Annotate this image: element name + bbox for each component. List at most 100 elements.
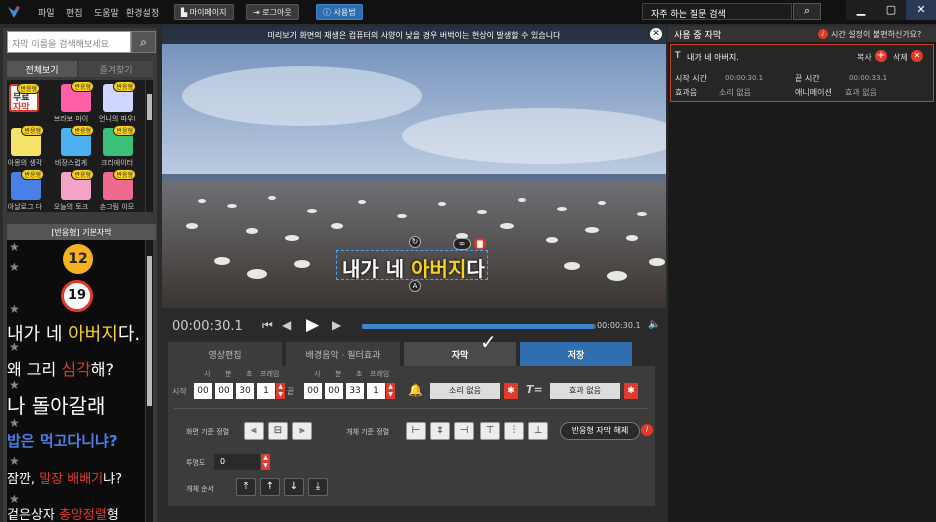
start-frame-input[interactable]: 1 <box>257 383 275 399</box>
unit-label: 분 <box>335 370 342 378</box>
align-vcenter-icon[interactable]: ⫶ <box>504 422 524 440</box>
prev-icon[interactable]: ⏮ <box>262 318 273 333</box>
maximize-icon[interactable]: ▢ <box>876 0 906 20</box>
sound-settings-icon[interactable]: ✱ <box>504 383 518 399</box>
unit-label: 시 <box>204 370 211 378</box>
close-window-icon[interactable]: ✕ <box>906 0 936 20</box>
effect-select[interactable]: 효과 없음 <box>550 383 620 399</box>
copy-icon[interactable]: + <box>875 50 887 62</box>
menu-edit[interactable]: 편집 <box>66 6 83 19</box>
delete-label: 삭제 <box>893 53 908 62</box>
align-right-icon[interactable]: ⊣ <box>454 422 474 440</box>
search-icon[interactable]: ⌕ <box>131 31 156 53</box>
opacity-input[interactable]: 0 <box>214 454 260 470</box>
template-thumb[interactable]: 반응형 <box>103 169 136 200</box>
help-icon[interactable]: i <box>641 424 653 436</box>
align-top-icon[interactable]: ⊤ <box>480 422 500 440</box>
number-badge[interactable]: 19 <box>61 280 93 312</box>
template-thumb[interactable]: 반응형 <box>103 125 136 156</box>
style-sample[interactable]: 왜 그리 심각해? <box>7 356 145 380</box>
unit-label: 분 <box>225 370 232 378</box>
opacity-stepper-icon[interactable]: ▲ ▼ <box>261 454 270 470</box>
save-button[interactable]: 저장 <box>520 342 632 366</box>
logout-button[interactable]: ⇥ 로그아웃 <box>246 4 299 20</box>
step-back-icon[interactable]: ◀ <box>282 318 291 332</box>
style-sample[interactable]: 겉은상자 충앙정렬형 <box>7 504 145 522</box>
step-forward-icon[interactable]: ▶ <box>332 318 341 332</box>
rotate-icon[interactable]: ↻ <box>409 236 421 248</box>
play-icon[interactable]: ▶ <box>306 315 319 335</box>
minimize-icon[interactable]: ▁ <box>846 0 876 20</box>
star-icon[interactable]: ★ <box>9 340 20 354</box>
faq-search-icon[interactable]: ⌕ <box>793 3 821 20</box>
star-icon[interactable]: ★ <box>9 454 20 468</box>
style-sample[interactable]: 밥은 먹고다니냐? <box>7 430 145 451</box>
align-hcenter-icon[interactable]: ‡ <box>430 422 450 440</box>
timeline-track[interactable] <box>362 324 596 329</box>
menu-settings[interactable]: 환경설정 <box>126 6 159 19</box>
end-hour-input[interactable]: 00 <box>304 383 322 399</box>
template-thumb[interactable]: 반응형 <box>11 169 44 200</box>
faq-search-input[interactable]: 자주 하는 질문 검색 <box>642 3 792 20</box>
tab-all[interactable]: 전체보기 <box>7 61 77 77</box>
used-subtitle-item[interactable]: T 내가 네 아버지. 복사 + 삭제 ✕ 시작 시간 00:00:30.1 끝… <box>670 44 934 102</box>
template-thumb[interactable]: 반응형 <box>61 81 94 112</box>
tab-subtitle[interactable]: 자막 <box>404 342 516 366</box>
start-hour-input[interactable]: 00 <box>194 383 212 399</box>
template-thumb[interactable]: 무료 자막 반응형 <box>9 83 40 113</box>
time-help-link[interactable]: 시간 설정이 불편하신가요? <box>831 29 921 40</box>
tab-video-edit[interactable]: 영상편집 <box>168 342 282 366</box>
caption-text[interactable]: 내가 네 아버지다 <box>342 253 485 282</box>
star-icon[interactable]: ★ <box>9 260 20 274</box>
link-icon[interactable]: ∞ <box>453 238 471 250</box>
number-badge[interactable]: 12 <box>63 244 93 274</box>
template-thumb[interactable]: 반응형 <box>61 125 94 156</box>
style-list-scrollbar[interactable] <box>146 240 153 522</box>
template-thumb[interactable]: 반응형 <box>103 81 136 112</box>
subtitle-search-input[interactable]: 자막 이름을 검색해보세요 <box>7 31 131 53</box>
screen-align-right-icon[interactable]: ⫸ <box>292 422 312 440</box>
star-icon[interactable]: ★ <box>9 416 20 430</box>
bring-to-front-icon[interactable]: ⤒ <box>236 478 256 496</box>
style-sample[interactable]: 잠깐, 말장 배배기냐? <box>7 468 145 487</box>
style-sample[interactable]: 나 돌아갈래 <box>7 390 145 419</box>
send-backward-icon[interactable]: ↓ <box>284 478 304 496</box>
menu-help[interactable]: 도움말 <box>94 6 119 19</box>
style-sample[interactable]: 내가 네 아버지다. <box>7 320 145 346</box>
anchor-icon[interactable]: A <box>409 280 421 292</box>
sample-text: 해? <box>90 360 115 379</box>
usage-button[interactable]: ⓘ 사용법 <box>316 4 363 20</box>
end-minute-input[interactable]: 00 <box>325 383 343 399</box>
end-frame-input[interactable]: 1 <box>367 383 385 399</box>
mypage-button[interactable]: ▙ 마이페이지 <box>174 4 234 20</box>
animation-label: 애니메이션 <box>795 88 832 97</box>
start-minute-input[interactable]: 00 <box>215 383 233 399</box>
thumbnails-scrollbar[interactable] <box>146 80 153 212</box>
sound-label: 효과음 <box>675 88 698 97</box>
star-icon[interactable]: ★ <box>9 240 20 254</box>
volume-icon[interactable]: 🔈 <box>648 319 660 330</box>
release-responsive-button[interactable]: 반응형 자막 해제 <box>560 422 640 440</box>
align-bottom-icon[interactable]: ⊥ <box>528 422 548 440</box>
opacity-label: 투명도 <box>186 459 206 467</box>
menu-file[interactable]: 파일 <box>38 6 55 19</box>
bring-forward-icon[interactable]: ↑ <box>260 478 280 496</box>
align-left-icon[interactable]: ⊢ <box>406 422 426 440</box>
screen-align-center-icon[interactable]: ⊟ <box>268 422 288 440</box>
template-thumb[interactable]: 반응형 <box>11 125 44 156</box>
close-notice-icon[interactable]: ✕ <box>650 28 662 40</box>
effect-settings-icon[interactable]: ✱ <box>624 383 638 399</box>
template-thumb[interactable]: 반응형 <box>61 169 94 200</box>
sound-select[interactable]: 소리 없음 <box>430 383 500 399</box>
send-to-back-icon[interactable]: ⤓ <box>308 478 328 496</box>
screen-align-left-icon[interactable]: ⫷ <box>244 422 264 440</box>
tab-favorites[interactable]: 즐겨찾기 <box>79 61 153 77</box>
delete-icon[interactable]: ✕ <box>911 50 923 62</box>
end-second-input[interactable]: 33 <box>346 383 364 399</box>
end-stepper-icon[interactable]: ▲ ▼ <box>386 383 395 399</box>
trash-icon[interactable]: ▇ <box>474 238 486 250</box>
star-icon[interactable]: ★ <box>9 302 20 316</box>
start-stepper-icon[interactable]: ▲ ▼ <box>276 383 285 399</box>
start-second-input[interactable]: 30 <box>236 383 254 399</box>
tab-bgm-filter[interactable]: 배경음악 · 필터효과 <box>286 342 400 366</box>
